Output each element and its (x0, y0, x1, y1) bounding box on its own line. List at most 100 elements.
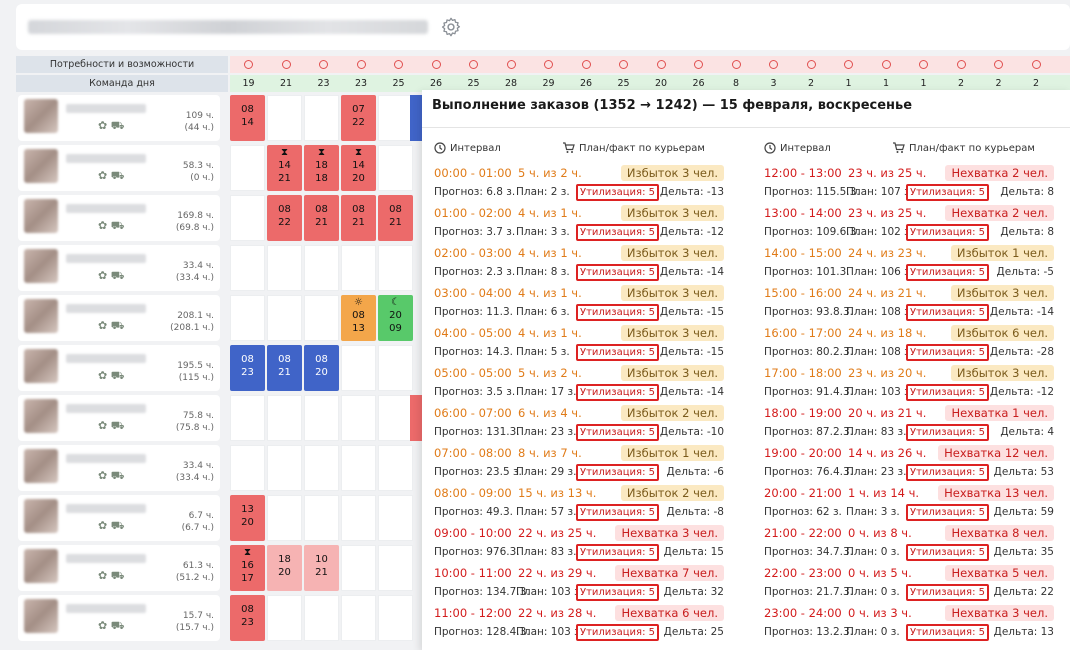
shift-block[interactable]: 08 21 (304, 195, 339, 241)
plan-value: План: 107 з. (846, 186, 914, 198)
schedule-cell[interactable] (304, 95, 339, 141)
schedule-cell[interactable] (341, 345, 376, 391)
courier-card[interactable]: ✿ ⛟ 15.7 ч. (15.7 ч.) (18, 595, 220, 641)
schedule-cell[interactable] (267, 395, 302, 441)
interval-hours: 4 ч. из 1 ч. (518, 286, 582, 300)
schedule-cell[interactable] (230, 195, 265, 241)
need-status-icon[interactable] (868, 56, 905, 73)
shift-block[interactable]: ⧗ 16 17 (230, 545, 265, 591)
schedule-cell[interactable] (341, 395, 376, 441)
need-status-icon[interactable] (643, 56, 680, 73)
schedule-cell[interactable] (341, 245, 376, 291)
need-status-icon[interactable] (830, 56, 867, 73)
courier-card[interactable]: ✿ ⛟ 58.3 ч. (0 ч.) (18, 145, 220, 191)
schedule-cell[interactable] (378, 545, 413, 591)
shift-block[interactable]: 10 21 (304, 545, 339, 591)
schedule-cell[interactable] (341, 495, 376, 541)
gear-icon[interactable] (440, 16, 462, 38)
schedule-cell[interactable] (341, 545, 376, 591)
shift-block[interactable]: ☾ 20 09 (378, 295, 413, 341)
courier-card[interactable]: ✿ ⛟ 169.8 ч. (69.8 ч.) (18, 195, 220, 241)
courier-name-redacted (66, 354, 146, 363)
schedule-cell[interactable] (378, 345, 413, 391)
courier-card[interactable]: ✿ ⛟ 6.7 ч. (6.7 ч.) (18, 495, 220, 541)
courier-card[interactable]: ✿ ⛟ 33.4 ч. (33.4 ч.) (18, 245, 220, 291)
need-status-icon[interactable] (530, 56, 567, 73)
schedule-cell[interactable] (230, 395, 265, 441)
shift-block[interactable]: ⧗ 14 20 (341, 145, 376, 191)
need-status-icon[interactable] (755, 56, 792, 73)
courier-card[interactable]: ✿ ⛟ 195.5 ч. (115 ч.) (18, 345, 220, 391)
need-status-icon[interactable] (493, 56, 530, 73)
need-status-icon[interactable] (305, 56, 342, 73)
need-status-icon[interactable] (380, 56, 417, 73)
need-status-icon[interactable] (268, 56, 305, 73)
schedule-cell[interactable] (267, 245, 302, 291)
schedule-cell[interactable] (267, 495, 302, 541)
shift-block[interactable]: 08 23 (230, 595, 265, 641)
shift-block[interactable]: 08 23 (230, 345, 265, 391)
courier-card[interactable]: ✿ ⛟ 109 ч. (44 ч.) (18, 95, 220, 141)
schedule-cell[interactable] (267, 95, 302, 141)
schedule-cell[interactable] (267, 595, 302, 641)
schedule-cell[interactable] (378, 595, 413, 641)
shift-end: 21 (315, 567, 328, 578)
schedule-cell[interactable] (230, 295, 265, 341)
schedule-cell[interactable] (341, 595, 376, 641)
schedule-cell[interactable] (267, 445, 302, 491)
interval-entry: 09:00 - 10:00 22 ч. из 25 ч. Нехватка 3 че… (422, 524, 724, 564)
shift-block[interactable]: 08 21 (267, 345, 302, 391)
shift-block[interactable]: 08 20 (304, 345, 339, 391)
schedule-cell[interactable] (304, 595, 339, 641)
schedule-cell[interactable] (304, 245, 339, 291)
courier-card[interactable]: ✿ ⛟ 75.8 ч. (75.8 ч.) (18, 395, 220, 441)
need-status-icon[interactable] (343, 56, 380, 73)
need-status-icon[interactable] (680, 56, 717, 73)
schedule-cell[interactable] (230, 245, 265, 291)
schedule-cell[interactable] (230, 445, 265, 491)
schedule-cell[interactable] (378, 245, 413, 291)
shift-block[interactable]: 13 20 (230, 495, 265, 541)
schedule-cell[interactable] (378, 145, 413, 191)
shift-block[interactable]: 07 22 (341, 95, 376, 141)
interval-time: 01:00 - 02:00 (434, 206, 512, 220)
need-status-icon[interactable] (455, 56, 492, 73)
shift-block[interactable]: 08 22 (267, 195, 302, 241)
courier-card[interactable]: ✿ ⛟ 33.4 ч. (33.4 ч.) (18, 445, 220, 491)
shift-block[interactable]: ⧗ 14 21 (267, 145, 302, 191)
shift-block[interactable]: 08 14 (230, 95, 265, 141)
need-status-icon[interactable] (905, 56, 942, 73)
schedule-cell[interactable] (304, 445, 339, 491)
courier-card[interactable]: ✿ ⛟ 61.3 ч. (51.2 ч.) (18, 545, 220, 591)
schedule-cell[interactable] (304, 295, 339, 341)
schedule-cell[interactable] (230, 145, 265, 191)
courier-card[interactable]: ✿ ⛟ 208.1 ч. (208.1 ч.) (18, 295, 220, 341)
need-status-icon[interactable] (943, 56, 980, 73)
need-status-icon[interactable] (230, 56, 267, 73)
schedule-cell[interactable] (378, 395, 413, 441)
interval-hours: 24 ч. из 21 ч. (848, 286, 927, 300)
need-status-icon[interactable] (718, 56, 755, 73)
schedule-cell[interactable] (378, 495, 413, 541)
schedule-cell[interactable] (304, 395, 339, 441)
need-status-icon[interactable] (568, 56, 605, 73)
schedule-cell[interactable] (378, 445, 413, 491)
schedule-cell[interactable] (378, 95, 413, 141)
need-status-icon[interactable] (980, 56, 1017, 73)
need-status-icon[interactable] (1018, 56, 1055, 73)
avatar (24, 249, 58, 283)
schedule-cell[interactable] (341, 445, 376, 491)
shift-block[interactable]: ⧗ 18 18 (304, 145, 339, 191)
shift-block[interactable]: 08 21 (341, 195, 376, 241)
shift-block[interactable]: 08 21 (378, 195, 413, 241)
schedule-cell[interactable] (304, 495, 339, 541)
interval-time: 08:00 - 09:00 (434, 486, 512, 500)
need-status-icon[interactable] (418, 56, 455, 73)
schedule-cell[interactable] (267, 295, 302, 341)
need-status-icon[interactable] (605, 56, 642, 73)
interval-hours: 24 ч. из 18 ч. (848, 326, 927, 340)
interval-hours: 15 ч. из 13 ч. (518, 486, 597, 500)
need-status-icon[interactable] (793, 56, 830, 73)
shift-block[interactable]: ☼ 08 13 (341, 295, 376, 341)
shift-block[interactable]: 18 20 (267, 545, 302, 591)
